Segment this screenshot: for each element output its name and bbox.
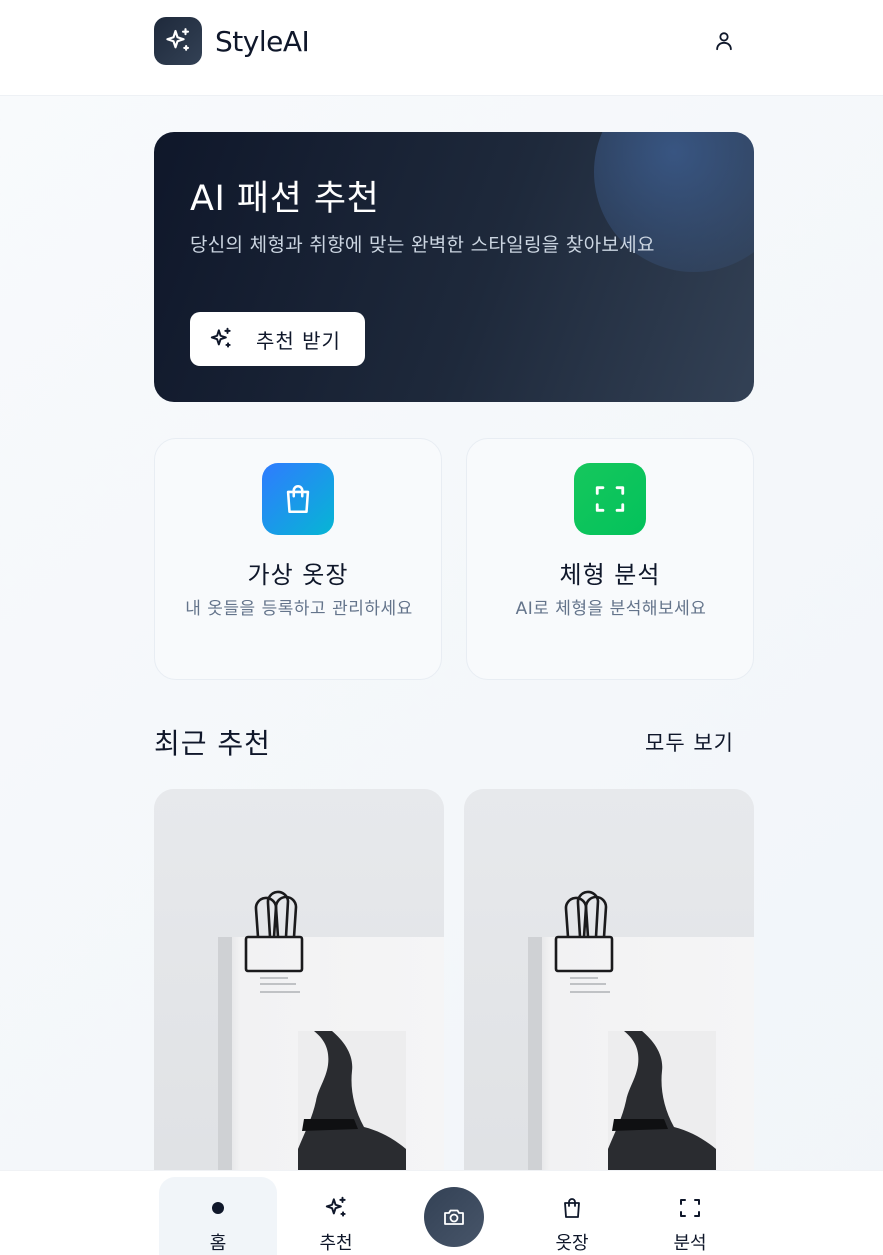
recommendation-card[interactable]	[464, 789, 754, 1209]
nav-home[interactable]: 홈	[159, 1177, 277, 1255]
recommendation-image	[464, 789, 754, 1209]
bottom-navigation: 홈 추천 옷장 분석	[0, 1170, 883, 1255]
sparkles-icon	[325, 1196, 346, 1217]
nav-closet-label: 옷장	[555, 1233, 589, 1254]
hero-banner: AI 패션 추천 당신의 체형과 취향에 맞는 완벽한 스타일링을 찾아보세요 …	[154, 132, 754, 402]
shopping-bag-icon	[564, 1198, 580, 1218]
profile-button[interactable]	[708, 25, 740, 57]
body-analysis-card[interactable]: 체형 분석 AI로 체형을 분석해보세요	[466, 438, 754, 680]
get-recommendation-label: 추천 받기	[256, 328, 341, 353]
nav-analysis-label: 분석	[673, 1233, 707, 1254]
home-indicator-icon	[212, 1202, 224, 1214]
hero-subtitle: 당신의 체형과 취향에 맞는 완벽한 스타일링을 찾아보세요	[190, 234, 655, 256]
view-all-link[interactable]: 모두 보기	[645, 727, 734, 757]
scan-icon	[574, 463, 646, 535]
nav-recommend[interactable]: 추천	[277, 1171, 395, 1255]
recommendation-card[interactable]	[154, 789, 444, 1209]
camera-icon	[444, 1209, 464, 1225]
card-description: AI로 체형을 분석해보세요	[515, 599, 707, 619]
sparkles-icon	[154, 17, 202, 65]
user-icon	[716, 32, 732, 51]
logo[interactable]: StyleAI	[154, 17, 310, 65]
virtual-closet-card[interactable]: 가상 옷장 내 옷들을 등록하고 관리하세요	[154, 438, 442, 680]
card-title: 체형 분석	[559, 561, 661, 589]
nav-closet[interactable]: 옷장	[513, 1171, 631, 1255]
card-description: 내 옷들을 등록하고 관리하세요	[185, 599, 413, 619]
hero-title: AI 패션 추천	[190, 179, 380, 219]
sparkles-icon	[210, 327, 231, 348]
card-title: 가상 옷장	[247, 561, 349, 589]
nav-home-label: 홈	[209, 1233, 227, 1254]
nav-analysis[interactable]: 분석	[631, 1171, 749, 1255]
camera-button[interactable]	[424, 1187, 484, 1247]
shopping-bag-icon	[262, 463, 334, 535]
recommendation-image	[154, 789, 444, 1209]
recent-section-title: 최근 추천	[154, 727, 271, 760]
app-header: StyleAI	[0, 0, 883, 96]
scan-icon	[680, 1199, 700, 1217]
nav-recommend-label: 추천	[319, 1233, 353, 1254]
app-name: StyleAI	[215, 24, 310, 58]
get-recommendation-button[interactable]: 추천 받기	[190, 312, 365, 366]
